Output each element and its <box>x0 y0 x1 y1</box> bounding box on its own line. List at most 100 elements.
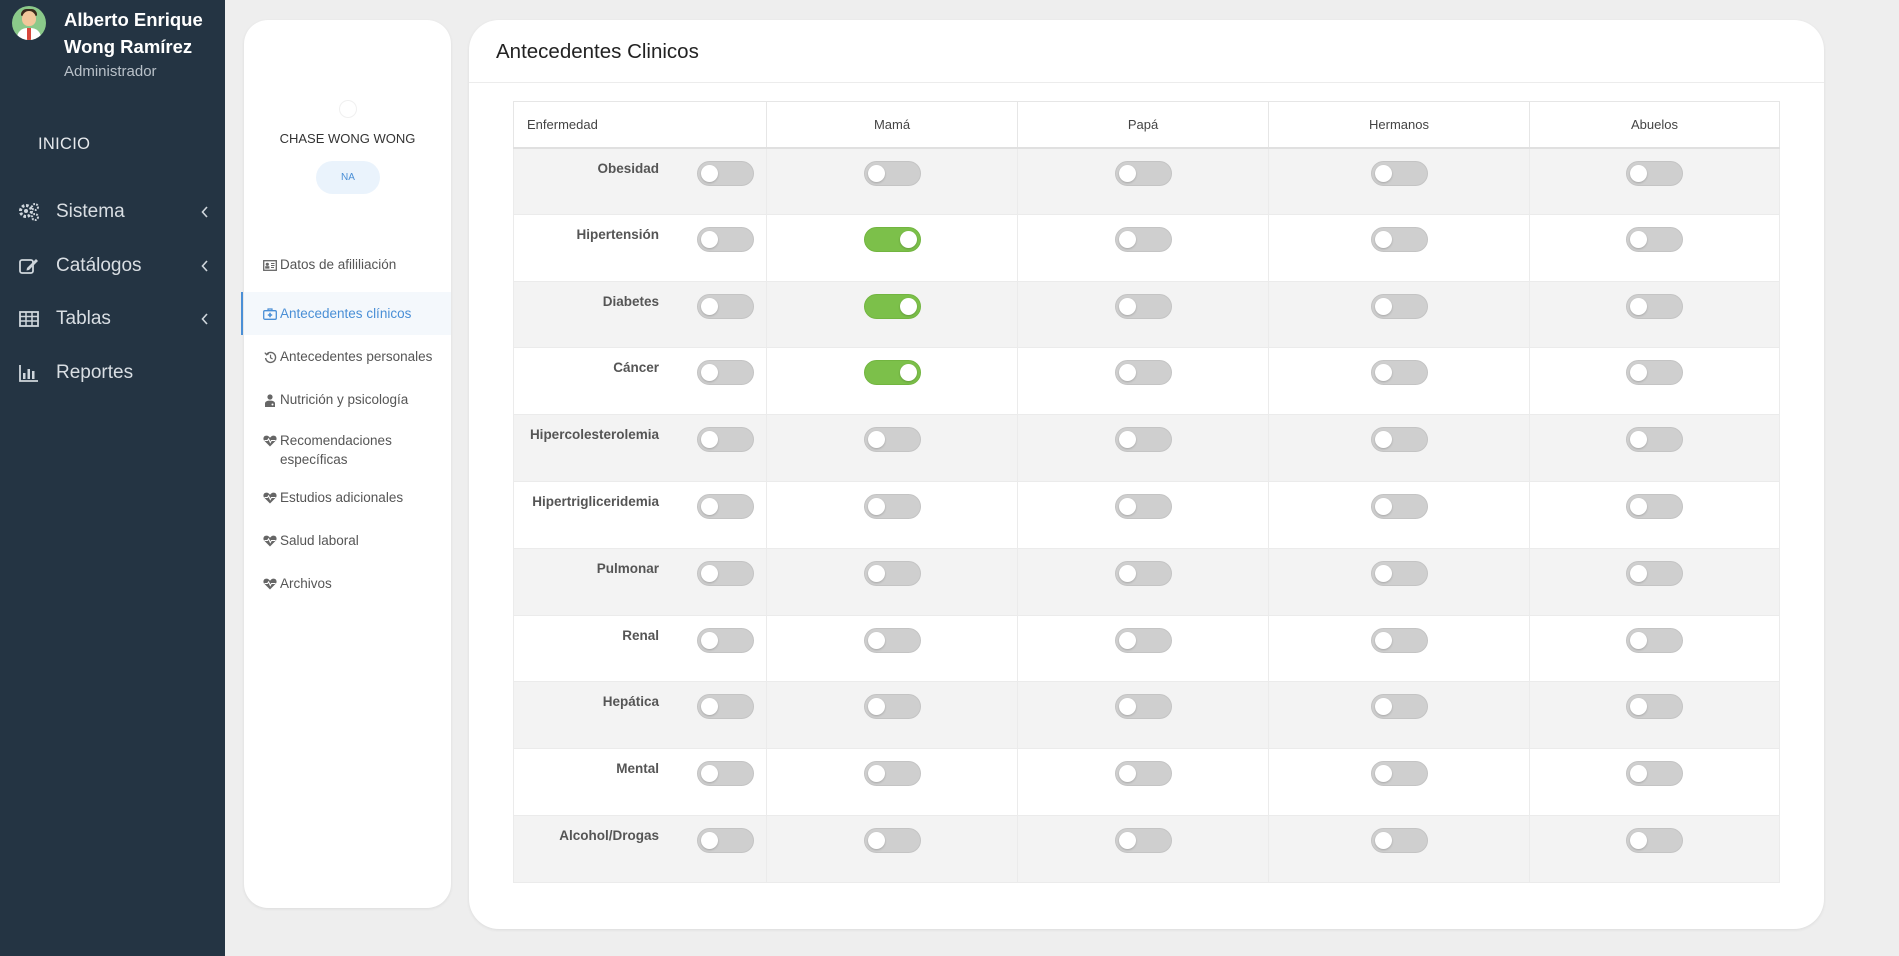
menu-item-salud-laboral[interactable]: Salud laboral <box>244 526 451 569</box>
mama-toggle[interactable] <box>863 293 921 319</box>
nav-item-sistema[interactable]: Sistema <box>0 196 225 228</box>
menu-item-nutricion-psicologia[interactable]: Nutrición y psicología <box>244 378 451 421</box>
disease-toggle[interactable] <box>697 160 754 186</box>
papa-toggle[interactable] <box>1114 694 1172 720</box>
toggle-cell-mama <box>766 614 1018 683</box>
disease-toggle[interactable] <box>697 427 754 453</box>
hermanos-toggle[interactable] <box>1370 160 1428 186</box>
papa-toggle[interactable] <box>1114 827 1172 853</box>
patient-photo <box>339 100 357 118</box>
antecedentes-card: Antecedentes Clinicos Enfermedad Mamá Pa… <box>469 20 1824 929</box>
papa-toggle[interactable] <box>1114 493 1172 519</box>
menu-item-estudios-adicionales[interactable]: Estudios adicionales <box>244 483 451 526</box>
nav-item-tablas[interactable]: Tablas <box>0 303 225 335</box>
disease-toggle[interactable] <box>697 694 754 720</box>
mama-toggle[interactable] <box>863 761 921 787</box>
mama-toggle[interactable] <box>863 827 921 853</box>
hermanos-toggle[interactable] <box>1370 827 1428 853</box>
abuelos-toggle[interactable] <box>1626 293 1683 319</box>
mama-toggle[interactable] <box>863 360 921 386</box>
table-header-row: Enfermedad Mamá Papá Hermanos Abuelos <box>513 101 1780 149</box>
abuelos-toggle[interactable] <box>1626 360 1683 386</box>
toggle-cell-mama <box>766 414 1018 482</box>
toggle-cell-mama <box>766 748 1018 816</box>
mama-toggle[interactable] <box>863 627 921 653</box>
abuelos-toggle[interactable] <box>1626 627 1683 653</box>
hermanos-toggle[interactable] <box>1370 360 1428 386</box>
nav-inicio[interactable]: INICIO <box>38 135 90 154</box>
disease-toggle[interactable] <box>697 627 754 653</box>
hermanos-toggle[interactable] <box>1370 694 1428 720</box>
abuelos-toggle[interactable] <box>1626 761 1683 787</box>
abuelos-toggle[interactable] <box>1626 560 1683 586</box>
mama-toggle[interactable] <box>863 493 921 519</box>
menu-item-datos-afiliacion[interactable]: Datos de afililiación <box>244 249 451 292</box>
abuelos-toggle[interactable] <box>1626 160 1683 186</box>
abuelos-toggle[interactable] <box>1626 694 1683 720</box>
disease-toggle[interactable] <box>697 293 754 319</box>
toggle-cell-papa <box>1017 414 1269 482</box>
disease-toggle[interactable] <box>697 226 754 252</box>
column-header-hermanos: Hermanos <box>1268 101 1530 149</box>
toggle-cell-hermanos <box>1268 681 1530 750</box>
mama-toggle[interactable] <box>863 560 921 586</box>
table-row: Renal <box>513 614 1780 683</box>
toggle-cell-abuelos <box>1529 814 1780 883</box>
papa-toggle[interactable] <box>1114 293 1172 319</box>
table-row: Hipertensión <box>513 213 1780 282</box>
toggle-cell-papa <box>1017 213 1269 282</box>
disease-name: Diabetes <box>602 293 659 309</box>
hermanos-toggle[interactable] <box>1370 493 1428 519</box>
card-divider <box>469 82 1824 83</box>
hermanos-toggle[interactable] <box>1370 627 1428 653</box>
papa-toggle[interactable] <box>1114 627 1172 653</box>
toggle-cell-hermanos <box>1268 347 1530 416</box>
mama-toggle[interactable] <box>863 160 921 186</box>
disease-name: Renal <box>622 627 659 643</box>
toggle-cell-mama <box>766 814 1018 883</box>
menu-item-archivos[interactable]: Archivos <box>244 569 451 612</box>
toggle-cell-abuelos <box>1529 547 1780 616</box>
heartbeat-icon <box>263 492 277 504</box>
hermanos-toggle[interactable] <box>1370 761 1428 787</box>
papa-toggle[interactable] <box>1114 160 1172 186</box>
disease-toggle[interactable] <box>697 761 754 787</box>
disease-toggle[interactable] <box>697 560 754 586</box>
papa-toggle[interactable] <box>1114 427 1172 453</box>
menu-item-recomendaciones[interactable]: Recomendaciones específicas <box>244 421 451 483</box>
mama-toggle[interactable] <box>863 226 921 252</box>
mama-toggle[interactable] <box>863 694 921 720</box>
hermanos-toggle[interactable] <box>1370 560 1428 586</box>
mama-toggle[interactable] <box>863 427 921 453</box>
abuelos-toggle[interactable] <box>1626 493 1683 519</box>
menu-item-antecedentes-clinicos[interactable]: Antecedentes clínicos <box>241 292 451 335</box>
nav-item-label: Reportes <box>56 362 134 383</box>
hermanos-toggle[interactable] <box>1370 293 1428 319</box>
nav-item-reportes[interactable]: Reportes <box>0 357 225 389</box>
abuelos-toggle[interactable] <box>1626 226 1683 252</box>
abuelos-toggle[interactable] <box>1626 827 1683 853</box>
nav-item-catalogos[interactable]: Catálogos <box>0 250 225 282</box>
patient-menu: Datos de afililiación Antecedentes clíni… <box>241 249 451 612</box>
disease-cell: Alcohol/Drogas <box>513 814 767 883</box>
user-avatar[interactable] <box>12 6 46 40</box>
hermanos-toggle[interactable] <box>1370 427 1428 453</box>
disease-toggle[interactable] <box>697 360 754 386</box>
toggle-cell-hermanos <box>1268 414 1530 482</box>
papa-toggle[interactable] <box>1114 761 1172 787</box>
disease-name: Mental <box>616 761 659 777</box>
chevron-left-icon <box>201 205 209 223</box>
menu-item-antecedentes-personales[interactable]: Antecedentes personales <box>244 335 451 378</box>
nav-item-label: Catálogos <box>56 255 142 276</box>
papa-toggle[interactable] <box>1114 560 1172 586</box>
papa-toggle[interactable] <box>1114 226 1172 252</box>
hermanos-toggle[interactable] <box>1370 226 1428 252</box>
toggle-cell-hermanos <box>1268 748 1530 816</box>
toggle-cell-hermanos <box>1268 814 1530 883</box>
toggle-cell-mama <box>766 681 1018 750</box>
abuelos-toggle[interactable] <box>1626 427 1683 453</box>
menu-item-label: Recomendaciones específicas <box>280 433 392 467</box>
papa-toggle[interactable] <box>1114 360 1172 386</box>
disease-toggle[interactable] <box>697 493 754 519</box>
disease-toggle[interactable] <box>697 827 754 853</box>
